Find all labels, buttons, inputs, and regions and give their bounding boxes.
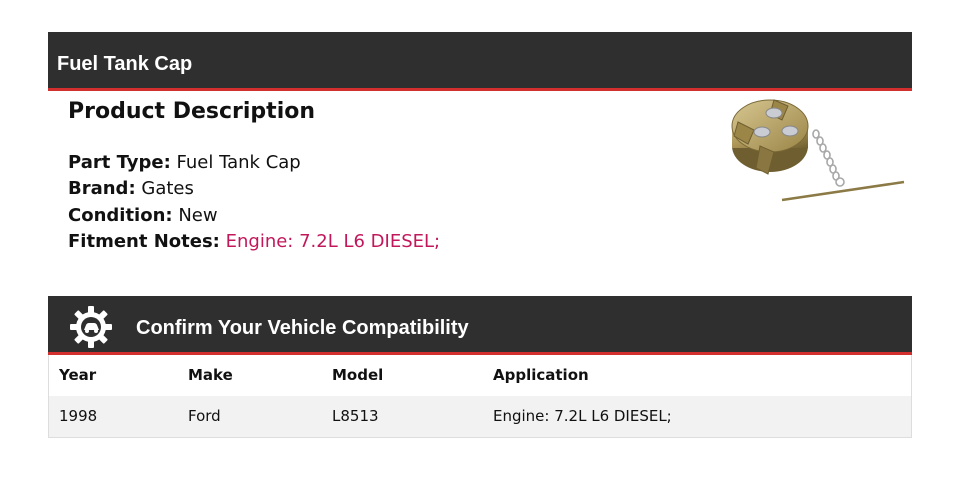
part-type-label: Part Type: <box>68 152 171 173</box>
brand-row: Brand: Gates <box>68 176 440 202</box>
gear-car-icon <box>70 306 112 348</box>
product-title: Fuel Tank Cap <box>57 53 193 75</box>
row-application: Engine: 7.2L L6 DIESEL; <box>493 407 672 425</box>
row-model: L8513 <box>332 407 379 425</box>
column-application: Application <box>493 366 589 384</box>
brand-label: Brand: <box>68 178 136 200</box>
column-year: Year <box>59 366 97 384</box>
column-model: Model <box>332 366 384 384</box>
compatibility-title: Confirm Your Vehicle Compatibility <box>136 317 469 339</box>
brand-value: Gates <box>141 178 194 200</box>
compatibility-table: Year Make Model Application 1998 Ford L8… <box>48 355 912 438</box>
fitment-notes-row: Fitment Notes: Engine: 7.2L L6 DIESEL; <box>68 229 440 255</box>
part-type-value: Fuel Tank Cap <box>176 152 301 173</box>
fitment-notes-value: Engine: 7.2L L6 DIESEL; <box>225 230 441 252</box>
condition-value: New <box>178 204 218 226</box>
product-title-bar: Fuel Tank Cap <box>48 32 912 91</box>
table-row: 1998 Ford L8513 Engine: 7.2L L6 DIESEL; <box>49 396 911 437</box>
product-image <box>731 99 905 202</box>
column-make: Make <box>188 366 233 384</box>
fitment-notes-label: Fitment Notes: <box>68 230 220 252</box>
compatibility-header: Confirm Your Vehicle Compatibility <box>48 296 912 355</box>
condition-row: Condition: New <box>68 203 440 229</box>
part-type-row: Part Type: Fuel Tank Cap <box>68 150 440 176</box>
table-header-row: Year Make Model Application <box>49 355 911 396</box>
product-description-list: Part Type: Fuel Tank Cap Brand: Gates Co… <box>68 150 440 255</box>
row-year: 1998 <box>59 407 98 425</box>
condition-label: Condition: <box>68 204 173 226</box>
row-make: Ford <box>188 407 221 425</box>
product-description-heading: Product Description <box>68 99 316 124</box>
